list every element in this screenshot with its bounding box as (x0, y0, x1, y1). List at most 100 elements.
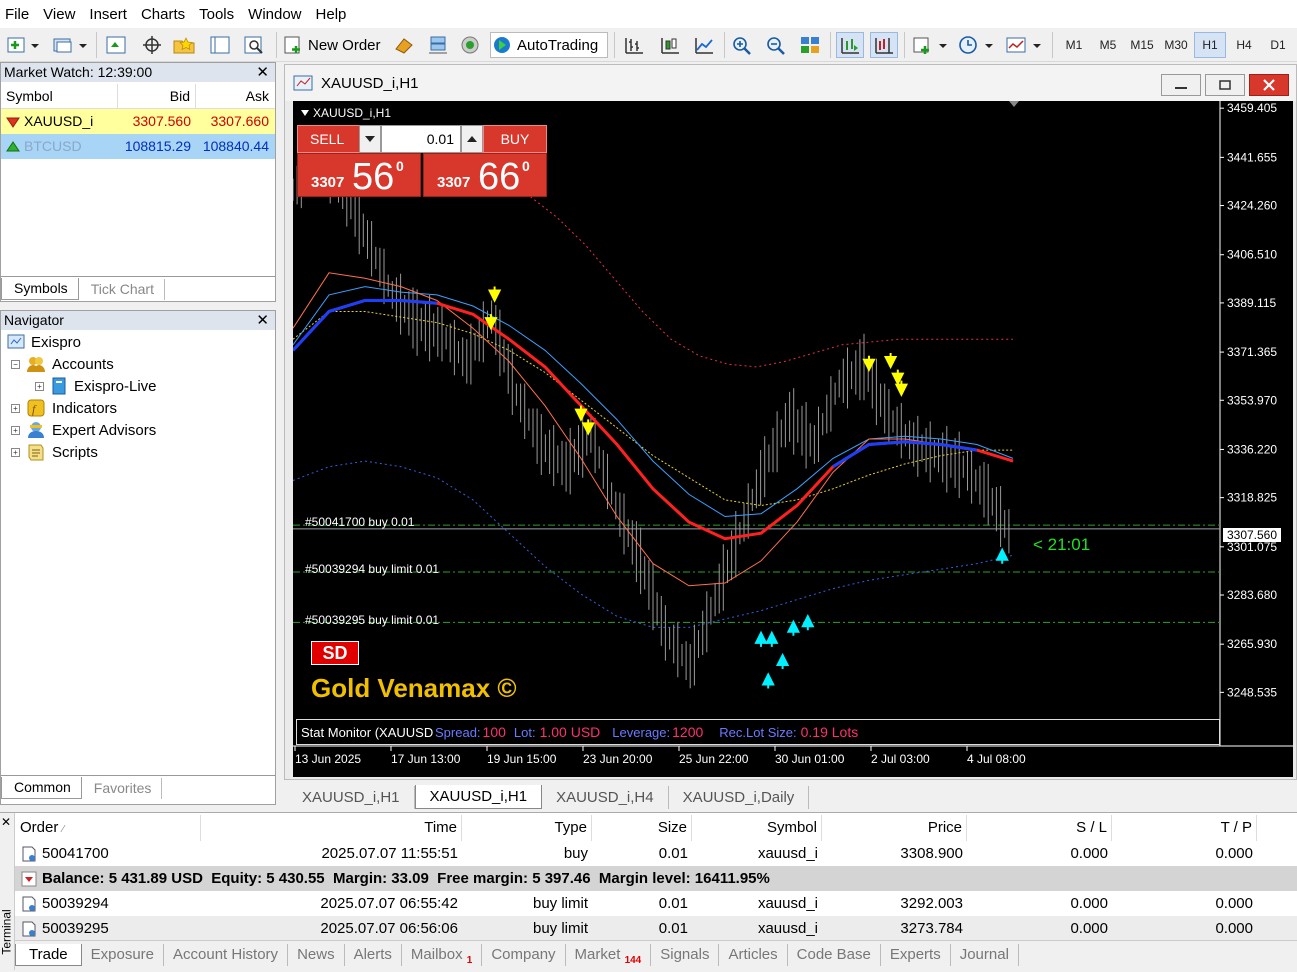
menu-file[interactable]: File (0, 6, 38, 23)
tab-symbols[interactable]: Symbols (1, 278, 79, 300)
tab-experts[interactable]: Experts (881, 944, 951, 966)
tf-d1-button[interactable]: D1 (1262, 32, 1294, 58)
symbol-column-header[interactable]: Symbol (692, 815, 822, 841)
tab-common[interactable]: Common (1, 777, 82, 799)
line-chart-button[interactable] (690, 32, 718, 58)
nav-item-accounts[interactable]: − Accounts (11, 355, 114, 373)
menu-charts[interactable]: Charts (136, 6, 194, 23)
minimize-button[interactable] (1161, 74, 1201, 96)
tp-column-header[interactable]: T / P (1112, 815, 1257, 841)
tf-m5-button[interactable]: M5 (1092, 32, 1124, 58)
menu-tools[interactable]: Tools (194, 6, 243, 23)
signals-button[interactable] (424, 32, 452, 58)
tab-alerts[interactable]: Alerts (345, 944, 402, 966)
lot-increase-button[interactable] (461, 125, 483, 153)
chart-tab-active[interactable]: XAUUSD_i,H1 (414, 785, 543, 809)
expand-icon[interactable]: + (35, 381, 44, 391)
terminal-button[interactable] (206, 32, 234, 58)
tab-favorites[interactable]: Favorites (82, 778, 163, 799)
autoscroll-button[interactable] (836, 32, 864, 58)
tab-trade[interactable]: Trade (15, 944, 82, 966)
menu-window[interactable]: Window (243, 6, 310, 23)
navigator-button[interactable] (170, 32, 198, 58)
tf-m1-button[interactable]: M1 (1058, 32, 1090, 58)
close-icon[interactable]: ✕ (256, 63, 269, 82)
nav-item-exispro-live[interactable]: + Exispro-Live (35, 377, 157, 395)
tab-market[interactable]: Market 144 (566, 944, 652, 966)
tab-tick-chart[interactable]: Tick Chart (79, 279, 165, 300)
expand-icon[interactable]: + (11, 425, 20, 435)
data-window-button[interactable] (138, 32, 166, 58)
table-row[interactable]: 50039295 2025.07.07 06:56:06 buy limit 0… (15, 916, 1297, 941)
price-column-header[interactable]: Price (822, 815, 967, 841)
menu-insert[interactable]: Insert (84, 6, 136, 23)
zoom-in-button[interactable] (728, 32, 756, 58)
expand-icon[interactable]: + (11, 447, 20, 457)
tester-icon (244, 36, 263, 54)
tf-m15-button[interactable]: M15 (1126, 32, 1158, 58)
tab-exposure[interactable]: Exposure (82, 944, 165, 966)
nav-item-expert-advisors[interactable]: + Expert Advisors (11, 421, 156, 439)
type-column-header[interactable]: Type (462, 815, 592, 841)
order-column-header[interactable]: Order ⁄ (15, 815, 201, 841)
menu-view[interactable]: View (38, 6, 84, 23)
collapse-icon[interactable]: − (11, 359, 20, 369)
new-chart-button[interactable] (4, 32, 42, 58)
restore-button[interactable] (1205, 74, 1245, 96)
bar-chart-button[interactable] (620, 32, 648, 58)
close-icon[interactable]: ✕ (1, 815, 11, 829)
sl-column-header[interactable]: S / L (967, 815, 1112, 841)
table-row[interactable]: 50039294 2025.07.07 06:55:42 buy limit 0… (15, 891, 1297, 916)
size-column-header[interactable]: Size (592, 815, 692, 841)
metaeditor-button[interactable] (390, 32, 418, 58)
tab-code-base[interactable]: Code Base (788, 944, 881, 966)
market-watch-row-xauusd[interactable]: XAUUSD_i 3307.560 3307.660 (1, 109, 275, 134)
chart-tab[interactable]: XAUUSD_i,H1 (288, 786, 415, 809)
bid-column-header[interactable]: Bid (118, 83, 196, 109)
nav-item-indicators[interactable]: + f Indicators (11, 399, 117, 417)
table-row[interactable]: 50041700 2025.07.07 11:55:51 buy 0.01 xa… (15, 841, 1297, 866)
price-chart[interactable]: 3459.405 3441.655 3424.260 3406.510 3389.115… (293, 101, 1293, 777)
close-icon[interactable]: ✕ (256, 311, 269, 330)
time-column-header[interactable]: Time (201, 815, 462, 841)
tf-h1-button[interactable]: H1 (1194, 32, 1226, 58)
tab-articles[interactable]: Articles (719, 944, 788, 966)
vps-button[interactable] (456, 32, 484, 58)
chart-shift-button[interactable] (870, 32, 898, 58)
market-watch-button[interactable] (102, 32, 130, 58)
buy-button[interactable]: BUY (483, 125, 547, 153)
chart-tab[interactable]: XAUUSD_i,Daily (669, 786, 810, 809)
tab-account-history[interactable]: Account History (164, 944, 289, 966)
tab-mailbox[interactable]: Mailbox 1 (402, 944, 483, 966)
sell-price-box[interactable]: 3307 56 0 (297, 153, 421, 198)
strategy-tester-button[interactable] (240, 32, 268, 58)
market-watch-row-btcusd[interactable]: BTCUSD 108815.29 108840.44 (1, 134, 275, 159)
nav-item-scripts[interactable]: + Scripts (11, 443, 98, 461)
tf-h4-button[interactable]: H4 (1228, 32, 1260, 58)
new-order-button[interactable]: New Order (282, 32, 386, 58)
tab-news[interactable]: News (288, 944, 345, 966)
expand-icon[interactable]: + (11, 403, 20, 413)
close-button[interactable] (1249, 74, 1289, 96)
lot-decrease-button[interactable] (359, 125, 381, 153)
tab-journal[interactable]: Journal (951, 944, 1019, 966)
chart-tab[interactable]: XAUUSD_i,H4 (542, 786, 669, 809)
tf-m30-button[interactable]: M30 (1160, 32, 1192, 58)
lot-size-input[interactable]: 0.01 (381, 125, 461, 153)
candle-chart-button[interactable] (656, 32, 684, 58)
symbol-column-header[interactable]: Symbol (1, 83, 118, 109)
balance-row[interactable]: Balance: 5 431.89 USD Equity: 5 430.55 M… (15, 866, 1297, 891)
ask-column-header[interactable]: Ask (196, 84, 274, 109)
buy-price-box[interactable]: 3307 66 0 (423, 153, 547, 198)
autotrading-button[interactable]: AutoTrading (490, 32, 608, 58)
profiles-button[interactable] (50, 32, 90, 58)
zoom-out-button[interactable] (762, 32, 790, 58)
nav-item-exispro[interactable]: Exispro (7, 333, 81, 351)
templates-button[interactable] (1004, 32, 1044, 58)
tab-company[interactable]: Company (482, 944, 566, 966)
tab-signals[interactable]: Signals (651, 944, 720, 966)
menu-help[interactable]: Help (311, 6, 356, 23)
periods-button[interactable] (956, 32, 996, 58)
tile-windows-button[interactable] (796, 32, 824, 58)
indicators-list-button[interactable] (910, 32, 950, 58)
